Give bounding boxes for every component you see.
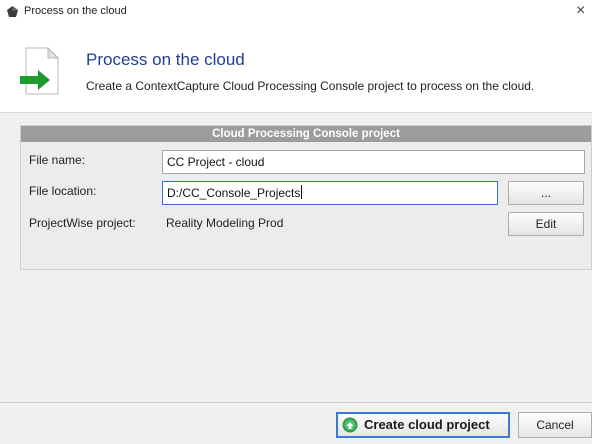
close-button[interactable]: × [576,0,592,22]
cloud-arrow-icon [342,417,358,433]
file-name-field[interactable]: CC Project - cloud [162,150,585,174]
window-title: Process on the cloud [24,5,127,17]
file-location-label: File location: [29,184,97,198]
create-cloud-project-label: Create cloud project [364,417,490,432]
header-description: Create a ContextCapture Cloud Processing… [86,79,535,93]
cloud-project-group: Cloud Processing Console project File na… [20,125,592,270]
text-caret [301,185,303,199]
title-bar: Process on the cloud × [0,0,592,22]
browse-button[interactable]: ... [508,181,584,205]
document-arrow-icon [20,46,60,95]
header-title: Process on the cloud [86,50,245,69]
dialog-body: Cloud Processing Console project File na… [0,112,592,402]
projectwise-value: Reality Modeling Prod [166,216,284,230]
dialog-footer: Create cloud project Cancel [0,402,592,444]
file-location-field[interactable]: D:/CC_Console_Projects [162,181,498,205]
group-title: Cloud Processing Console project [21,126,591,142]
gem-icon [7,6,18,17]
file-name-value: CC Project - cloud [167,155,265,169]
file-location-value: D:/CC_Console_Projects [167,186,301,200]
cancel-button[interactable]: Cancel [518,412,592,438]
create-cloud-project-button[interactable]: Create cloud project [336,412,510,438]
projectwise-label: ProjectWise project: [29,216,136,230]
dialog-header: Process on the cloud Create a ContextCap… [0,22,592,112]
file-name-label: File name: [29,153,86,167]
edit-button[interactable]: Edit [508,212,584,236]
